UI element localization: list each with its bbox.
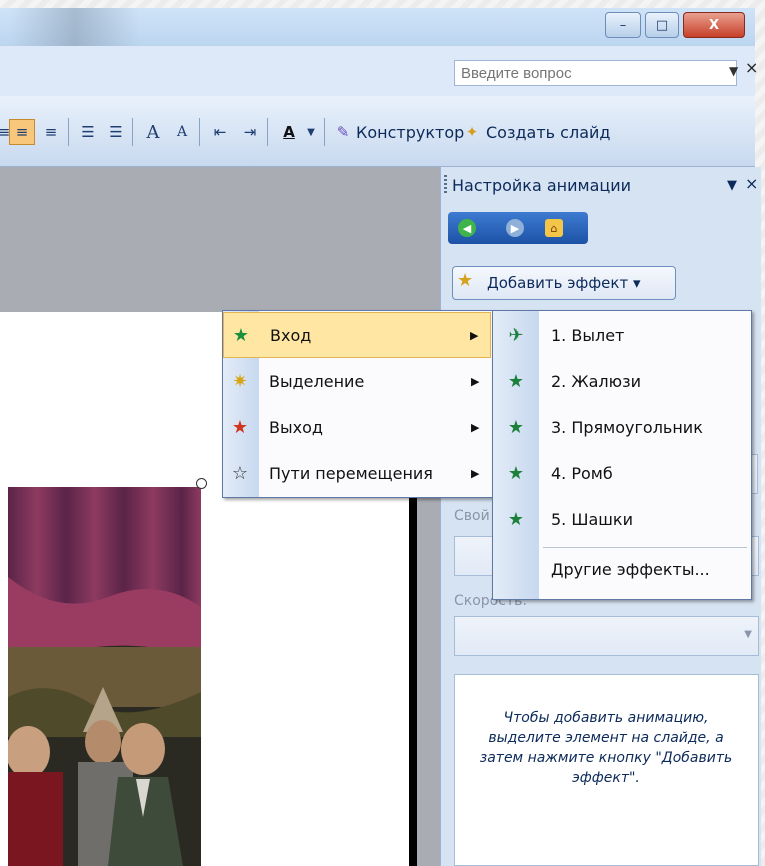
star-green-icon: ★ bbox=[232, 324, 250, 346]
add-effect-label: Добавить эффект ▾ bbox=[487, 274, 641, 292]
effect-menu-item[interactable]: ✷ Выделение ▶ bbox=[223, 358, 491, 404]
entry-effect-item[interactable]: ★ 2. Жалюзи bbox=[493, 358, 749, 404]
entry-effect-label: 4. Ромб bbox=[551, 463, 613, 483]
home-icon[interactable]: ⌂ bbox=[545, 219, 563, 237]
task-pane-title: Настройка анимации bbox=[452, 176, 632, 195]
star-yellow-icon: ✷ bbox=[232, 370, 248, 392]
chevron-down-icon: ▼ bbox=[744, 629, 752, 640]
add-effect-button[interactable]: ★ Добавить эффект ▾ bbox=[452, 266, 676, 300]
entry-effect-icon: ★ bbox=[507, 370, 525, 392]
effect-menu-item-label: Выделение bbox=[269, 371, 365, 391]
entry-effect-item[interactable]: ✈ 1. Вылет bbox=[493, 312, 749, 358]
restore-button[interactable]: □ bbox=[645, 12, 679, 38]
title-bar bbox=[0, 8, 755, 46]
font-color-icon[interactable]: A bbox=[276, 119, 302, 145]
increase-indent-icon[interactable]: ⇥ bbox=[237, 119, 263, 145]
forward-icon[interactable]: ▶ bbox=[506, 219, 524, 237]
submenu-arrow-icon: ▶ bbox=[470, 328, 479, 342]
chevron-down-icon[interactable]: ▼ bbox=[729, 64, 738, 78]
close-help-icon[interactable]: × bbox=[745, 58, 758, 77]
more-effects-label: Другие эффекты... bbox=[551, 559, 710, 579]
submenu-arrow-icon: ▶ bbox=[471, 420, 480, 434]
pane-grip[interactable] bbox=[444, 175, 447, 195]
minimize-button[interactable]: – bbox=[605, 12, 641, 38]
toolbar-separator bbox=[132, 118, 133, 146]
new-slide-icon: ✦ bbox=[465, 123, 479, 141]
align-right-icon[interactable]: ≡ bbox=[38, 119, 64, 145]
align-center-icon[interactable]: ≡ bbox=[9, 119, 35, 145]
designer-button[interactable]: Конструктор bbox=[356, 119, 464, 145]
submenu-arrow-icon: ▶ bbox=[471, 466, 480, 480]
minimize-icon: – bbox=[619, 17, 627, 33]
toolbar-separator bbox=[199, 118, 200, 146]
effect-menu-item-label: Пути перемещения bbox=[269, 463, 433, 483]
font-color-dropdown-icon[interactable]: ▼ bbox=[304, 119, 318, 145]
close-button[interactable]: X bbox=[683, 12, 745, 38]
more-effects-item[interactable]: Другие эффекты... bbox=[493, 546, 749, 592]
pane-menu-icon[interactable]: ▼ bbox=[727, 178, 737, 193]
property-label: Свой bbox=[454, 508, 490, 524]
entry-effect-label: 3. Прямоугольник bbox=[551, 417, 703, 437]
effect-menu-item-label: Выход bbox=[269, 417, 323, 437]
toolbar-separator bbox=[68, 118, 69, 146]
slide-photo[interactable] bbox=[8, 487, 201, 866]
effect-menu-item[interactable]: ★ Вход ▶ bbox=[223, 312, 491, 358]
close-icon: X bbox=[708, 17, 720, 33]
designer-icon: ✎ bbox=[336, 123, 350, 141]
entry-effect-label: 5. Шашки bbox=[551, 509, 633, 529]
new-slide-button[interactable]: Создать слайд bbox=[486, 119, 610, 145]
entry-effect-item[interactable]: ★ 5. Шашки bbox=[493, 496, 749, 542]
pane-close-icon[interactable]: × bbox=[745, 174, 758, 193]
entry-effect-icon: ✈ bbox=[508, 324, 524, 346]
entry-effect-item[interactable]: ★ 4. Ромб bbox=[493, 450, 749, 496]
entry-effect-icon: ★ bbox=[507, 462, 525, 484]
entry-effect-icon: ★ bbox=[507, 416, 525, 438]
numbered-list-icon[interactable]: ☰ bbox=[76, 119, 100, 145]
decrease-indent-icon[interactable]: ⇤ bbox=[207, 119, 233, 145]
ask-question-input[interactable] bbox=[454, 60, 737, 86]
star-outline-icon: ☆ bbox=[231, 462, 249, 484]
star-red-icon: ★ bbox=[231, 416, 249, 438]
title-bar-decoration bbox=[10, 8, 140, 46]
effect-menu-item[interactable]: ☆ Пути перемещения ▶ bbox=[223, 450, 491, 496]
add-effect-icon: ★ bbox=[457, 270, 474, 291]
speed-select[interactable]: ▼ bbox=[454, 616, 759, 656]
entry-effect-label: 1. Вылет bbox=[551, 325, 625, 345]
resize-handle[interactable] bbox=[196, 478, 207, 489]
entry-effect-icon: ★ bbox=[507, 508, 525, 530]
shrink-font-icon[interactable]: A bbox=[170, 119, 194, 145]
toolbar-separator bbox=[267, 118, 268, 146]
entry-effect-label: 2. Жалюзи bbox=[551, 371, 641, 391]
entry-effect-item[interactable]: ★ 3. Прямоугольник bbox=[493, 404, 749, 450]
effect-menu-item-label: Вход bbox=[270, 325, 312, 345]
effect-menu-item[interactable]: ★ Выход ▶ bbox=[223, 404, 491, 450]
toolbar-separator bbox=[324, 118, 325, 146]
align-left-icon[interactable]: ≡ bbox=[0, 119, 10, 145]
back-icon[interactable]: ◀ bbox=[458, 219, 476, 237]
submenu-arrow-icon: ▶ bbox=[471, 374, 480, 388]
bulleted-list-icon[interactable]: ☰ bbox=[104, 119, 128, 145]
grow-font-icon[interactable]: A bbox=[140, 119, 166, 145]
restore-icon: □ bbox=[655, 17, 669, 33]
instruction-text: Чтобы добавить анимацию, выделите элемен… bbox=[479, 710, 733, 786]
